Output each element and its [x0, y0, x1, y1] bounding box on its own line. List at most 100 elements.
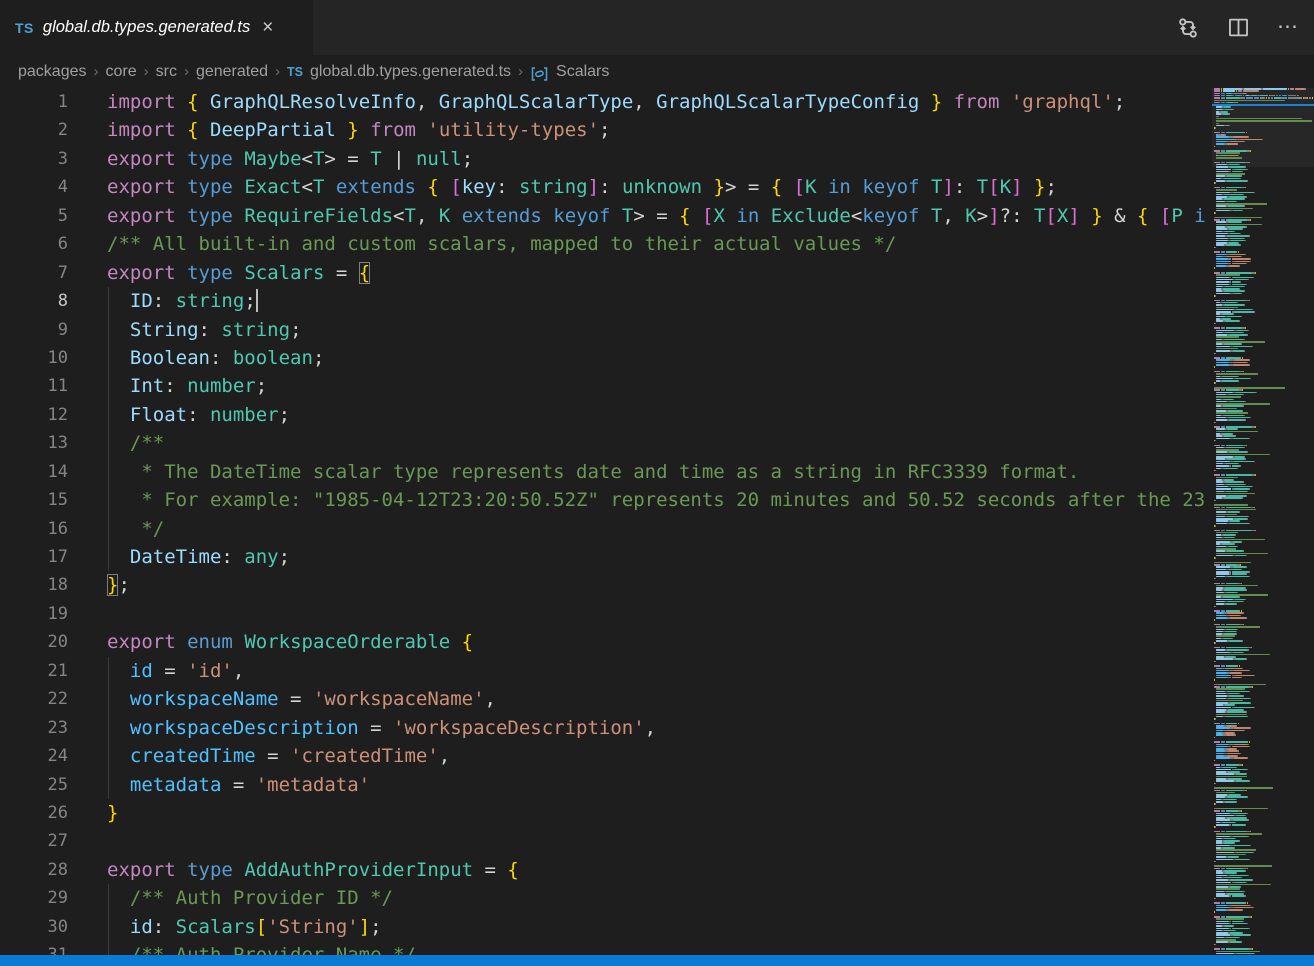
code-line-12[interactable]: 12 Float: number; [0, 401, 1207, 429]
line-number: 28 [0, 856, 68, 884]
code-line-28[interactable]: 28export type AddAuthProviderInput = { [0, 856, 1207, 884]
line-text: * For example: "1985-04-12T23:20:50.52Z"… [68, 486, 1207, 514]
code-line-2[interactable]: 2import { DeepPartial } from 'utility-ty… [0, 116, 1207, 144]
indent-guide [108, 657, 109, 685]
code-line-19[interactable]: 19 [0, 600, 1207, 628]
line-text [68, 827, 107, 855]
code-line-20[interactable]: 20export enum WorkspaceOrderable { [0, 628, 1207, 656]
indent-guide [108, 685, 109, 713]
code-line-8[interactable]: 8 ID: string; [0, 287, 1207, 315]
line-number: 30 [0, 913, 68, 941]
line-text: }; [68, 571, 130, 599]
line-text: id: Scalars['String']; [68, 913, 382, 941]
code-line-18[interactable]: 18}; [0, 571, 1207, 599]
code-line-25[interactable]: 25 metadata = 'metadata' [0, 771, 1207, 799]
code-line-30[interactable]: 30 id: Scalars['String']; [0, 913, 1207, 941]
line-number: 25 [0, 771, 68, 799]
open-changes-button[interactable] [1176, 16, 1200, 40]
close-icon[interactable]: × [262, 18, 273, 37]
line-text: export type Maybe<T> = T | null; [68, 145, 473, 173]
breadcrumb-item-src[interactable]: src [156, 63, 177, 81]
line-text: /** Auth Provider Name */ [68, 941, 416, 955]
line-text: } [68, 799, 118, 827]
split-editor-icon [1228, 17, 1249, 38]
line-text: /** All built-in and custom scalars, map… [68, 230, 896, 258]
indent-guide [108, 429, 109, 457]
breadcrumb-item-generated[interactable]: generated [196, 63, 268, 81]
line-number: 10 [0, 344, 68, 372]
code-line-16[interactable]: 16 */ [0, 515, 1207, 543]
line-text: createdTime = 'createdTime', [68, 742, 450, 770]
code-line-23[interactable]: 23 workspaceDescription = 'workspaceDesc… [0, 714, 1207, 742]
compare-changes-icon [1177, 17, 1199, 39]
line-text: Float: number; [68, 401, 290, 429]
line-text: metadata = 'metadata' [68, 771, 370, 799]
line-number: 24 [0, 742, 68, 770]
tab-title: global.db.types.generated.ts [43, 18, 250, 37]
line-text: id = 'id', [68, 657, 244, 685]
line-number: 5 [0, 202, 68, 230]
code-line-9[interactable]: 9 String: string; [0, 316, 1207, 344]
indent-guide [108, 884, 109, 912]
editor-actions: ⋯ [1176, 0, 1300, 55]
breadcrumb-item-symbol[interactable]: Scalars [556, 63, 609, 81]
chevron-right-icon: › [184, 63, 189, 80]
indent-guide [108, 515, 109, 543]
code-line-11[interactable]: 11 Int: number; [0, 372, 1207, 400]
line-number: 6 [0, 230, 68, 258]
code-line-31[interactable]: 31 /** Auth Provider Name */ [0, 941, 1207, 955]
code-line-22[interactable]: 22 workspaceName = 'workspaceName', [0, 685, 1207, 713]
line-number: 3 [0, 145, 68, 173]
line-number: 9 [0, 316, 68, 344]
code-line-4[interactable]: 4export type Exact<T extends { [key: str… [0, 173, 1207, 201]
typescript-file-icon: TS [15, 20, 34, 36]
code-line-10[interactable]: 10 Boolean: boolean; [0, 344, 1207, 372]
symbol-type-icon [530, 66, 549, 82]
line-text [68, 600, 107, 628]
code-line-7[interactable]: 7export type Scalars = { [0, 259, 1207, 287]
indent-guide [108, 771, 109, 799]
code-line-15[interactable]: 15 * For example: "1985-04-12T23:20:50.5… [0, 486, 1207, 514]
line-number: 17 [0, 543, 68, 571]
breadcrumb: packages›core›src›generated›TSglobal.db.… [0, 55, 1314, 88]
line-number: 22 [0, 685, 68, 713]
line-text: /** Auth Provider ID */ [68, 884, 393, 912]
line-text: Int: number; [68, 372, 267, 400]
chevron-right-icon: › [94, 63, 99, 80]
code-line-5[interactable]: 5export type RequireFields<T, K extends … [0, 202, 1207, 230]
line-number: 27 [0, 827, 68, 855]
line-number: 2 [0, 116, 68, 144]
indent-guide [108, 742, 109, 770]
code-line-6[interactable]: 6/** All built-in and custom scalars, ma… [0, 230, 1207, 258]
line-number: 13 [0, 429, 68, 457]
code-line-1[interactable]: 1import { GraphQLResolveInfo, GraphQLSca… [0, 88, 1207, 116]
code-editor[interactable]: 1import { GraphQLResolveInfo, GraphQLSca… [0, 88, 1207, 955]
split-editor-button[interactable] [1226, 16, 1250, 40]
line-number: 7 [0, 259, 68, 287]
breadcrumb-item-core[interactable]: core [106, 63, 137, 81]
line-text: workspaceDescription = 'workspaceDescrip… [68, 714, 656, 742]
chevron-right-icon: › [275, 63, 280, 80]
code-line-21[interactable]: 21 id = 'id', [0, 657, 1207, 685]
code-line-3[interactable]: 3export type Maybe<T> = T | null; [0, 145, 1207, 173]
indent-guide [108, 913, 109, 941]
indent-guide [108, 372, 109, 400]
code-line-27[interactable]: 27 [0, 827, 1207, 855]
breadcrumb-item-file[interactable]: global.db.types.generated.ts [310, 63, 511, 81]
more-actions-button[interactable]: ⋯ [1276, 16, 1300, 40]
code-line-26[interactable]: 26} [0, 799, 1207, 827]
minimap[interactable] [1212, 88, 1314, 955]
line-number: 15 [0, 486, 68, 514]
code-line-29[interactable]: 29 /** Auth Provider ID */ [0, 884, 1207, 912]
line-number: 8 [0, 287, 68, 315]
line-number: 21 [0, 657, 68, 685]
code-line-17[interactable]: 17 DateTime: any; [0, 543, 1207, 571]
code-line-13[interactable]: 13 /** [0, 429, 1207, 457]
vscode-window: TS global.db.types.generated.ts × [0, 0, 1314, 966]
code-line-14[interactable]: 14 * The DateTime scalar type represents… [0, 458, 1207, 486]
tab-global-db-types-generated-ts[interactable]: TS global.db.types.generated.ts × [0, 0, 313, 55]
status-bar [0, 955, 1314, 966]
line-text: export enum WorkspaceOrderable { [68, 628, 473, 656]
breadcrumb-item-packages[interactable]: packages [18, 63, 87, 81]
code-line-24[interactable]: 24 createdTime = 'createdTime', [0, 742, 1207, 770]
